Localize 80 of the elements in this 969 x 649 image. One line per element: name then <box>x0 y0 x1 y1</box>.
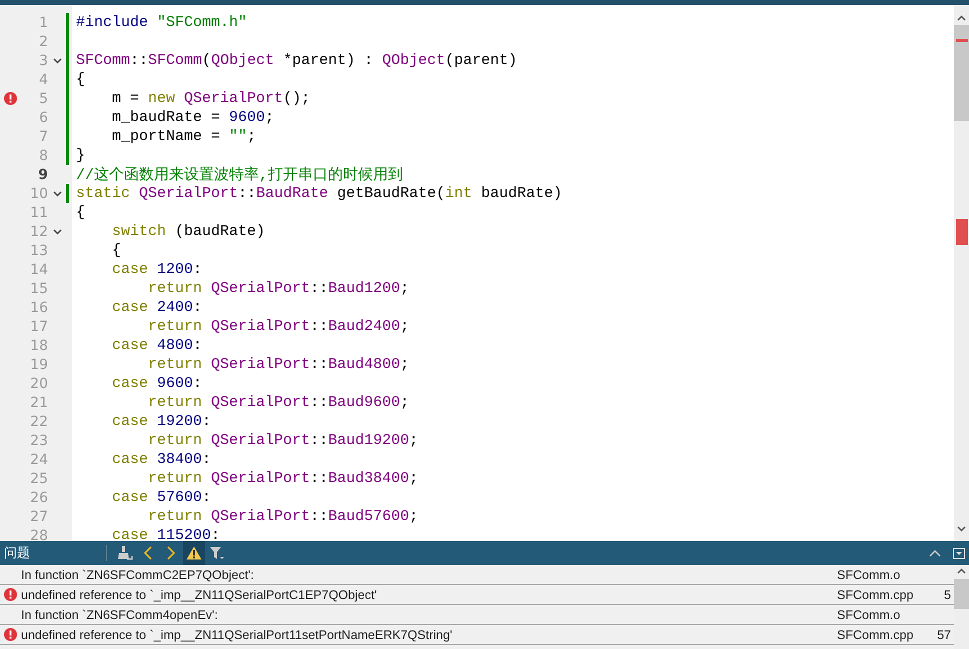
issue-description[interactable]: In function `ZN6SFComm4openEv': <box>21 608 837 622</box>
line-number: 12 <box>29 224 48 240</box>
line-number: 5 <box>943 588 952 602</box>
line-number: 6 <box>38 110 48 126</box>
line-number: 3 <box>38 52 48 68</box>
line-number: 2 <box>38 34 48 50</box>
chevron-right-icon <box>166 546 176 560</box>
file-name: SFComm.cpp <box>837 588 914 602</box>
line-number: 1 <box>38 14 48 30</box>
line-number: 22 <box>29 414 48 430</box>
error-icon <box>4 628 17 641</box>
line-number: 24 <box>29 452 48 468</box>
file-name: SFComm.o <box>837 568 902 582</box>
code-line: return QSerialPort::Baud38400; <box>147 470 418 487</box>
fold-caret-icon[interactable] <box>52 58 62 64</box>
line-number: 9 <box>37 166 48 182</box>
line-number: 17 <box>29 318 48 334</box>
code-line: #include "SFComm.h" <box>76 14 248 31</box>
code-line: return QSerialPort::Baud19200; <box>147 432 418 449</box>
file-name: SFComm.cpp <box>837 628 914 642</box>
code-line: m = new QSerialPort(); <box>111 90 310 107</box>
code-line: { <box>111 242 122 259</box>
issue-description[interactable]: undefined reference to `_imp__ZN11QSerialPort11setPortNameERK7QString' <box>21 628 837 642</box>
code-line: static QSerialPort::BaudRate getBaudRate(int baudRate) <box>76 185 562 202</box>
collapse-caret-icon[interactable] <box>929 549 941 557</box>
code-line: return QSerialPort::Baud2400; <box>147 318 410 335</box>
line-number: 57 <box>936 628 952 642</box>
code-line: SFComm::SFComm(QObject *parent) : QObject(parent) <box>76 52 518 69</box>
error-icon <box>4 588 17 601</box>
code-line: case 57600: <box>111 489 212 506</box>
code-line: switch (baudRate) <box>111 223 266 240</box>
line-number: 25 <box>29 470 48 486</box>
code-line: { <box>76 71 86 88</box>
line-number: 13 <box>29 242 48 258</box>
chevron-left-icon <box>142 546 152 560</box>
warning-icon <box>186 546 202 560</box>
code-line: case 1200: <box>111 261 202 278</box>
line-number: 8 <box>38 148 48 164</box>
code-line: return QSerialPort::Baud4800; <box>147 356 410 373</box>
broom-icon <box>116 545 132 561</box>
line-number: 10 <box>29 186 48 202</box>
code-line: //这个函数用来设置波特率,打开串口的时候用到 <box>76 165 404 184</box>
code-line: case 115200: <box>111 527 220 541</box>
line-number: 19 <box>29 356 48 372</box>
code-line: return QSerialPort::Baud9600; <box>147 394 410 411</box>
line-number: 5 <box>38 90 48 106</box>
code-line: case 19200: <box>111 413 212 430</box>
line-number: 26 <box>29 490 48 506</box>
line-number: 16 <box>29 300 48 316</box>
code-line: return QSerialPort::Baud57600; <box>147 508 418 525</box>
code-line: return QSerialPort::Baud1200; <box>147 280 410 297</box>
code-line: case 4800: <box>111 337 202 354</box>
line-number: 20 <box>29 376 48 392</box>
line-number: 27 <box>29 508 48 524</box>
panel-menu-icon[interactable] <box>953 548 965 558</box>
line-number: 23 <box>29 432 48 448</box>
fold-caret-icon[interactable] <box>52 190 62 196</box>
code-line: } <box>76 147 86 164</box>
warning-toggle[interactable] <box>182 541 204 565</box>
line-number: 11 <box>29 204 48 220</box>
issue-description[interactable]: In function `ZN6SFCommC2EP7QObject': <box>21 568 837 582</box>
line-number: 14 <box>29 262 48 278</box>
line-number: 28 <box>29 528 48 541</box>
panel-title: 问题 <box>3 544 31 562</box>
file-name: SFComm.o <box>837 608 902 622</box>
issue-description[interactable]: undefined reference to `_imp__ZN11QSerialPortC1EP7QObject' <box>21 588 837 602</box>
line-number: 18 <box>29 338 48 354</box>
line-number: 15 <box>29 280 48 296</box>
line-number: 7 <box>38 128 48 144</box>
line-number: 21 <box>29 394 48 410</box>
code-line: case 9600: <box>111 375 202 392</box>
code-line: case 2400: <box>111 299 202 316</box>
line-number: 4 <box>38 72 48 88</box>
code-line: m_baudRate = 9600; <box>111 109 274 126</box>
fold-caret-icon[interactable] <box>52 228 62 234</box>
scrollbar-drawing[interactable] <box>954 5 969 541</box>
filter-icon <box>208 546 224 560</box>
code-line: case 38400: <box>111 451 212 468</box>
code-line: m_portName = ""; <box>111 128 256 145</box>
code-line: { <box>76 204 86 221</box>
